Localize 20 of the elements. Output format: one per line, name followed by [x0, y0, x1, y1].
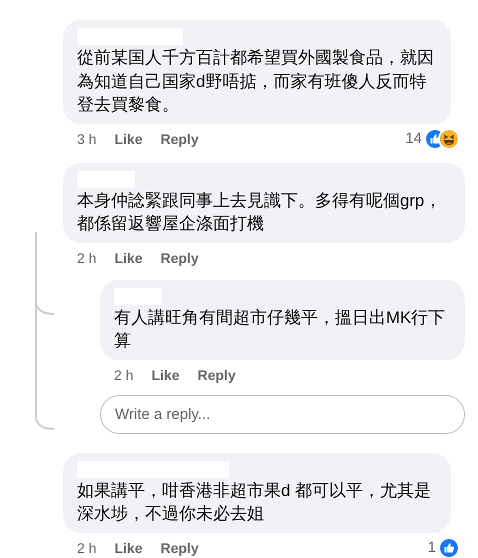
laughing-face-icon — [440, 130, 458, 148]
reaction-count: 1 — [428, 538, 436, 558]
reply-field[interactable]: Write a reply... — [100, 394, 465, 434]
like-link[interactable]: Like — [114, 538, 142, 558]
reply-link[interactable]: Reply — [160, 128, 199, 148]
comment-text: 有人講旺角有間超市仔幾平，搵日出MK行下算 — [114, 306, 446, 352]
comment-text: 從前某国人千方百計都希望買外國製食品，就因為知道自己国家d野唔掂，而家有班傻人反而特登去買黎食。 — [77, 47, 435, 116]
like-link[interactable]: Like — [114, 128, 142, 148]
reaction-count: 14 — [405, 128, 422, 148]
comment-text: 本身仲諗緊跟同事上去見識下。多得有呢個grp，都係留返響屋企涤面打機 — [77, 190, 442, 235]
timestamp: 2 h — [77, 538, 96, 558]
timestamp: 3 h — [77, 130, 96, 148]
reply-link[interactable]: Reply — [160, 248, 199, 268]
timestamp: 2 h — [114, 366, 134, 384]
comment-text: 如果講平，咁香港非超市果d 都可以平，尤其是深水埗，不過你未必去姐 — [77, 480, 432, 525]
timestamp: 2 h — [77, 248, 96, 268]
like-link[interactable]: Like — [151, 364, 180, 384]
reply-link[interactable]: Reply — [197, 364, 236, 384]
like-link[interactable]: Like — [114, 248, 142, 268]
reply-link[interactable]: Reply — [160, 538, 199, 558]
